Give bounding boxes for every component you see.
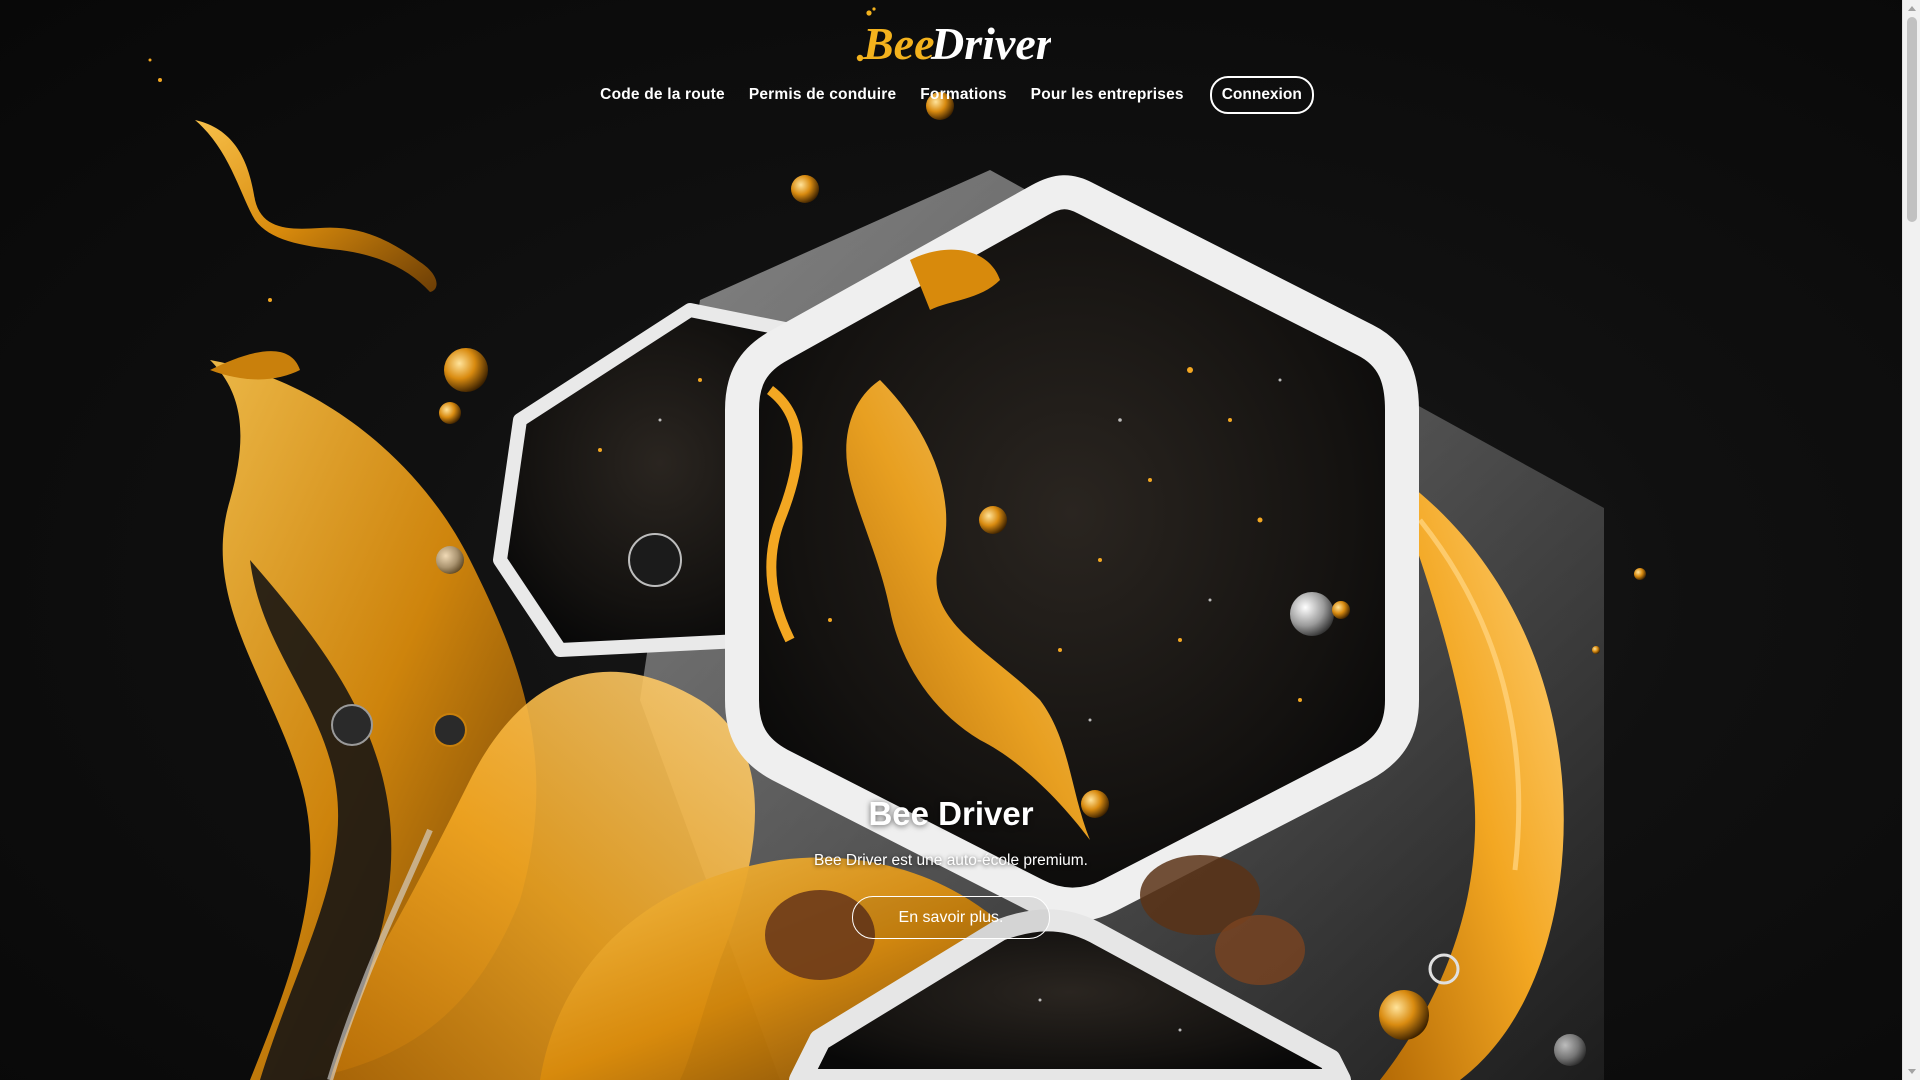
scrollbar-thumb[interactable] <box>1907 17 1917 222</box>
nav-item-permis-de-conduire[interactable]: Permis de conduire <box>737 86 908 104</box>
page: Bee Driver Code de la route Permis de co… <box>0 0 1920 1080</box>
hero-title: Bee Driver <box>868 795 1034 832</box>
nav-item-formations[interactable]: Formations <box>908 86 1018 104</box>
login-button[interactable]: Connexion <box>1209 76 1314 114</box>
nav-item-code-de-la-route[interactable]: Code de la route <box>588 86 737 104</box>
hero-subtitle: Bee Driver est une auto-école premium. <box>814 852 1088 869</box>
main-navigation: Code de la route Permis de conduire Form… <box>0 76 1902 114</box>
scroll-down-arrow-icon[interactable] <box>1908 1069 1916 1074</box>
brand-logo[interactable]: Bee Driver <box>851 6 1051 68</box>
scroll-up-arrow-icon[interactable] <box>1908 6 1916 11</box>
nav-item-pour-les-entreprises[interactable]: Pour les entreprises <box>1019 86 1196 104</box>
learn-more-button[interactable]: En savoir plus. <box>852 896 1050 939</box>
logo-text-bee: Bee <box>862 18 935 68</box>
vertical-scrollbar[interactable] <box>1902 0 1920 1080</box>
site-header: Bee Driver Code de la route Permis de co… <box>0 0 1902 120</box>
logo-text-driver: Driver <box>930 18 1051 68</box>
site-viewport: Bee Driver Code de la route Permis de co… <box>0 0 1902 1080</box>
